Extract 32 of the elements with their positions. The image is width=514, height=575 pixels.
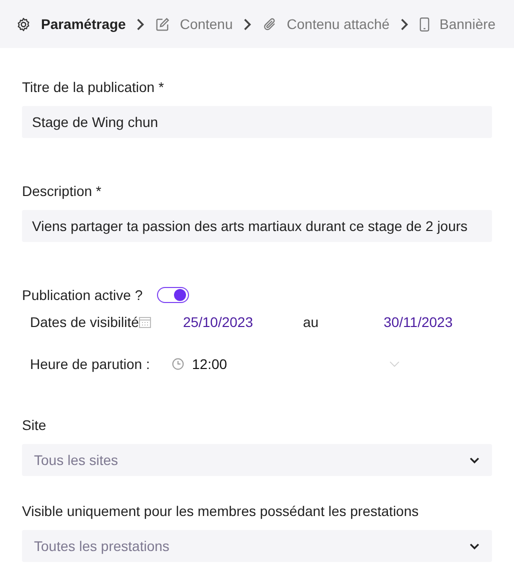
toggle-switch[interactable] [156, 287, 189, 303]
phone-icon [418, 16, 430, 32]
step-tab[interactable]: Paramétrage [12, 16, 130, 32]
edit-icon [154, 16, 170, 32]
date-separator: au [303, 314, 319, 330]
step-tab[interactable]: Bannière [414, 16, 500, 32]
chevron-down-icon [389, 360, 400, 368]
paperclip-icon [262, 16, 277, 32]
select-field[interactable]: Tous les sites [22, 444, 492, 476]
input-field[interactable]: Stage de Wing chun [22, 106, 492, 138]
field-label: Site [22, 416, 48, 434]
time-select[interactable]: 12:00 [172, 356, 400, 372]
step-tab[interactable]: Contenu attaché [258, 16, 394, 32]
calendar-icon [138, 316, 151, 328]
field-label: Visible uniquement pour les membres possédant les prestations [22, 502, 420, 520]
date-field[interactable]: 30/11/2023 [384, 314, 453, 330]
date-field[interactable]: 25/10/2023 [182, 314, 254, 330]
settings-icon [16, 16, 31, 32]
field-label: Heure de parution : [30, 356, 151, 372]
chevron-icon [242, 18, 252, 30]
toggle-label: Publication active ? [22, 286, 143, 304]
field-label: Titre de la publication * [22, 78, 165, 96]
clock-icon [172, 358, 184, 370]
chevron-icon [136, 18, 145, 30]
field-label: Description * [22, 182, 102, 200]
step-tab[interactable]: Contenu [150, 16, 237, 32]
select-field[interactable]: Toutes les prestations [22, 530, 492, 562]
chevron-down-icon [469, 542, 480, 550]
input-field[interactable]: Viens partager ta passion des arts martiaux durant ce stage de 2 jours [22, 210, 492, 242]
chevron-down-icon [469, 456, 480, 464]
chevron-icon [400, 18, 409, 30]
field-label: Dates de visibilité [30, 314, 139, 330]
